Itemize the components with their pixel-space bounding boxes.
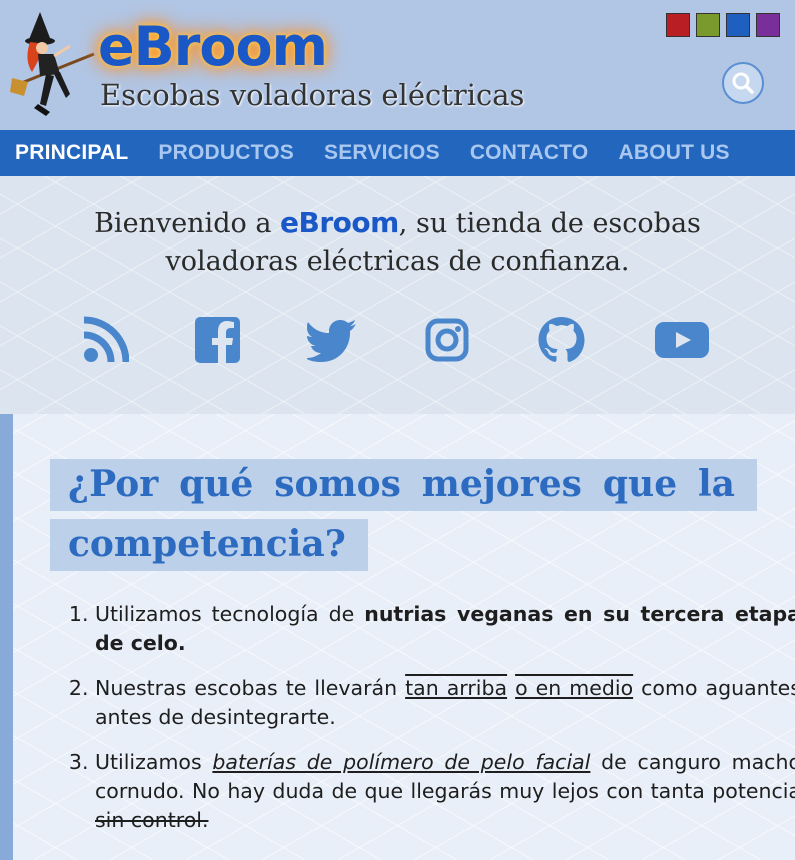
reasons-list: Utilizamos tecnología de nutrias veganas… (48, 600, 795, 851)
nav-item-productos[interactable]: PRODUCTOS (143, 141, 309, 165)
site-header: eBroom Escobas voladoras eléctricas (0, 0, 795, 130)
item-italic-underline-text: baterías de polímero de pelo facial (212, 750, 591, 774)
content-section: ¿Por qué somos mejores que la competenci… (0, 414, 795, 860)
hero-section: Bienvenido a eBroom, su tienda de escoba… (0, 176, 795, 414)
welcome-pre: Bienvenido a (94, 208, 280, 239)
item-text: Utilizamos tecnología de (95, 602, 365, 626)
theme-swatch-blue[interactable] (726, 13, 750, 37)
nav-item-servicios[interactable]: SERVICIOS (309, 141, 455, 165)
instagram-icon[interactable] (425, 316, 469, 364)
list-item: Utilizamos tecnología de nutrias veganas… (95, 600, 795, 658)
nav-item-principal[interactable]: PRINCIPAL (0, 141, 143, 165)
item-strikethrough-text: sin control. (95, 808, 209, 832)
youtube-icon[interactable] (655, 316, 709, 364)
list-item: Nuestras escobas te llevarán tan arriba … (95, 674, 795, 732)
theme-swatch-green[interactable] (696, 13, 720, 37)
nav-item-contacto[interactable]: CONTACTO (455, 141, 604, 165)
item-overline-text: tan arriba (405, 676, 508, 700)
social-links (0, 316, 795, 366)
search-icon (732, 72, 754, 94)
logo-text[interactable]: eBroom (98, 14, 328, 80)
item-underline-text: o en medio (515, 676, 634, 700)
welcome-brand: eBroom (280, 206, 399, 239)
item-text (507, 676, 515, 700)
twitter-icon[interactable] (307, 316, 357, 364)
witch-logo-icon[interactable] (10, 8, 96, 124)
site-tagline: Escobas voladoras eléctricas (100, 78, 525, 112)
item-text: Utilizamos (95, 750, 213, 774)
theme-switcher (666, 13, 780, 37)
main-nav: PRINCIPAL PRODUCTOS SERVICIOS CONTACTO A… (0, 130, 795, 176)
left-accent-bar (0, 414, 13, 860)
rss-icon[interactable] (83, 316, 129, 364)
item-text: Nuestras escobas te llevarán (95, 676, 406, 700)
section-heading-text: ¿Por qué somos mejores que la competenci… (50, 459, 757, 571)
section-heading: ¿Por qué somos mejores que la competenci… (50, 454, 757, 574)
theme-swatch-red[interactable] (666, 13, 690, 37)
search-button[interactable] (722, 62, 764, 104)
facebook-icon[interactable] (195, 316, 240, 364)
list-item: Utilizamos baterías de polímero de pelo … (95, 748, 795, 835)
theme-swatch-purple[interactable] (756, 13, 780, 37)
github-icon[interactable] (537, 316, 586, 364)
nav-item-about-us[interactable]: ABOUT US (603, 141, 744, 165)
welcome-text: Bienvenido a eBroom, su tienda de escoba… (40, 204, 755, 281)
